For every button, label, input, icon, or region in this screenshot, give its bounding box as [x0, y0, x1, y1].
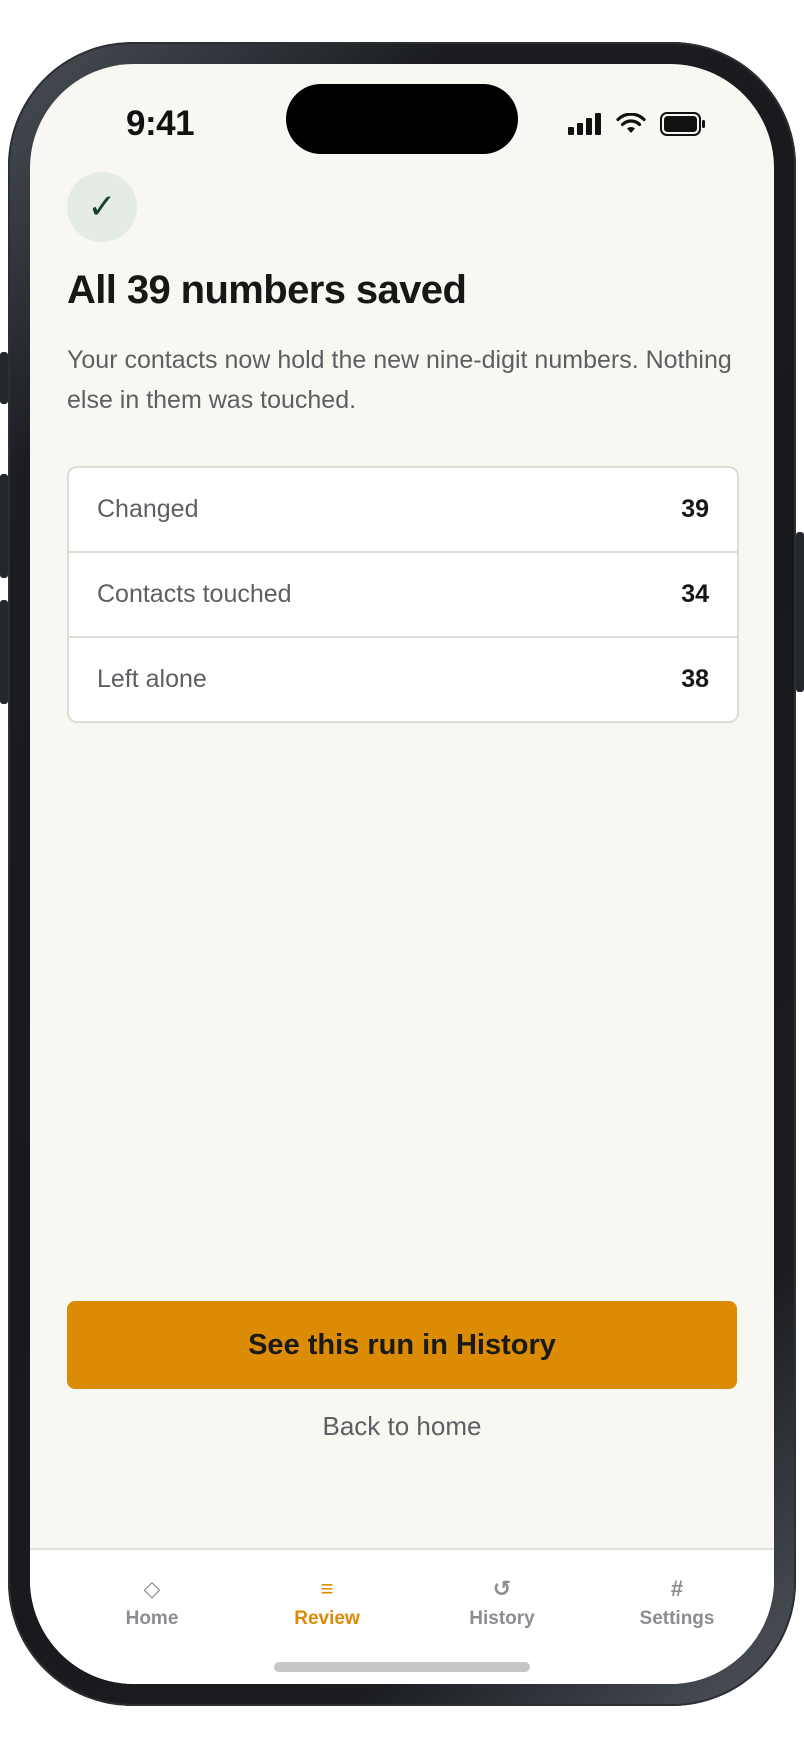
tab-review[interactable]: ≡ Review [252, 1576, 402, 1630]
phone-frame: 9:41 ✓ All 39 numbers saved Your contact… [0, 42, 804, 1706]
stat-value: 38 [681, 665, 709, 693]
action-button [0, 352, 8, 404]
status-time: 9:41 [126, 104, 195, 143]
stat-row-left-alone: Left alone 38 [69, 638, 737, 721]
power-button [796, 532, 804, 692]
hash-icon: # [670, 1576, 684, 1601]
stat-row-changed: Changed 39 [69, 468, 737, 553]
see-run-in-history-button[interactable]: See this run in History [67, 1301, 737, 1389]
list-icon: ≡ [320, 1576, 334, 1601]
status-icons [568, 112, 706, 136]
history-icon: ↺ [492, 1576, 512, 1601]
stat-label: Contacts touched [97, 580, 292, 608]
volume-up-button [0, 474, 8, 578]
diamond-icon: ◇ [143, 1576, 161, 1601]
battery-icon [660, 112, 705, 136]
tab-history[interactable]: ↺ History [427, 1576, 577, 1630]
home-indicator[interactable] [274, 1662, 530, 1672]
stat-value: 39 [681, 495, 709, 523]
stat-value: 34 [681, 580, 709, 608]
back-to-home-button[interactable]: Back to home [67, 1396, 737, 1456]
tab-settings[interactable]: # Settings [602, 1576, 752, 1630]
page-title: All 39 numbers saved [67, 268, 467, 312]
stat-label: Left alone [97, 665, 207, 693]
volume-down-button [0, 600, 8, 704]
cellular-signal-icon [568, 113, 601, 135]
dynamic-island [286, 84, 518, 154]
tab-label: Settings [639, 1608, 715, 1629]
tab-label: History [469, 1608, 535, 1629]
wifi-icon [616, 113, 646, 133]
tab-label: Review [294, 1608, 360, 1629]
success-check-icon: ✓ [67, 172, 137, 242]
page-subtitle: Your contacts now hold the new nine-digi… [67, 346, 732, 414]
screen: 9:41 ✓ All 39 numbers saved Your contact… [30, 64, 774, 1684]
tab-home[interactable]: ◇ Home [77, 1576, 227, 1630]
stat-label: Changed [97, 495, 199, 523]
summary-stats: Changed 39 Contacts touched 34 Left alon… [67, 466, 739, 723]
tab-label: Home [125, 1608, 179, 1629]
stat-row-contacts-touched: Contacts touched 34 [69, 553, 737, 638]
